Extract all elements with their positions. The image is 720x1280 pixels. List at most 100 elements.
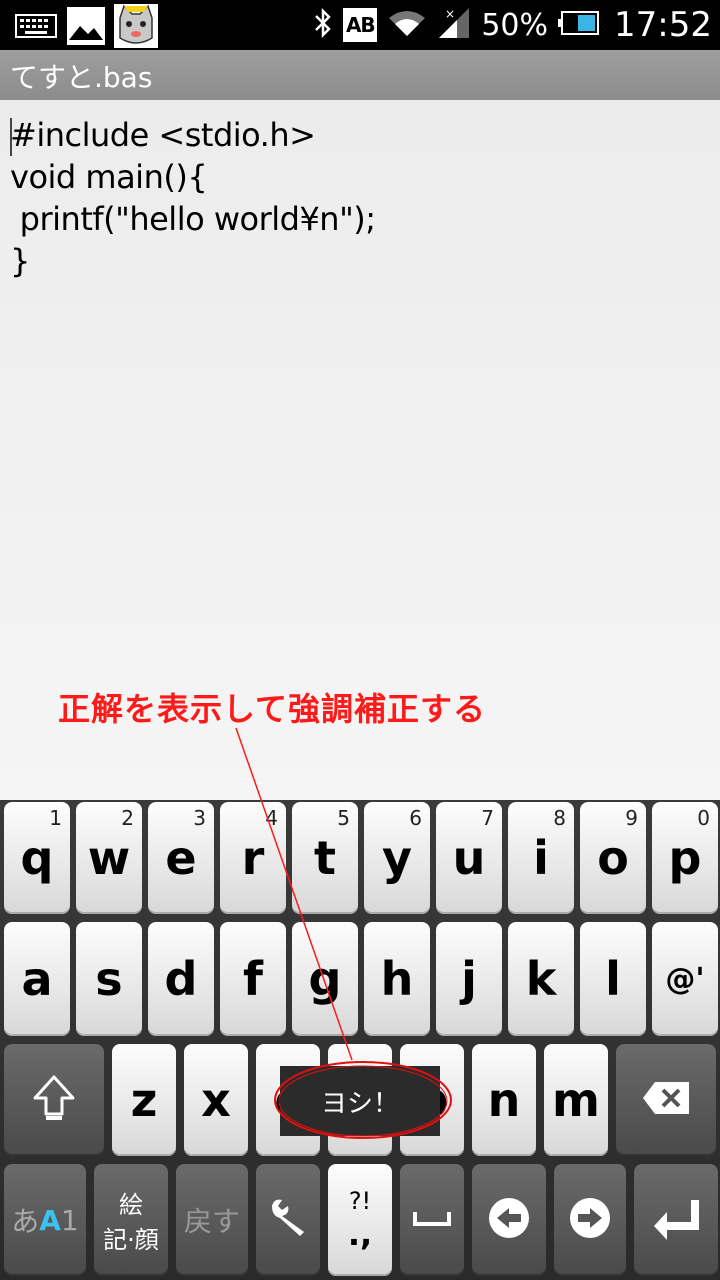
key-x[interactable]: x xyxy=(184,1044,248,1156)
punct-label: ., xyxy=(347,1215,373,1253)
key-letter: j xyxy=(461,952,477,1006)
key-letter: x xyxy=(201,1073,231,1127)
key-letter: i xyxy=(533,831,549,885)
key-letter: r xyxy=(241,831,265,885)
key-number: 9 xyxy=(625,806,638,830)
key-letter: w xyxy=(87,831,131,885)
wifi-icon xyxy=(387,8,427,42)
key-h[interactable]: h xyxy=(364,922,430,1036)
svg-text:×: × xyxy=(445,7,455,21)
cursor-right-key[interactable] xyxy=(554,1164,626,1276)
emoji-label: 絵 xyxy=(119,1191,143,1219)
key-e[interactable]: 3e xyxy=(148,802,214,914)
key-k[interactable]: k xyxy=(508,922,574,1036)
key-letter: f xyxy=(242,952,263,1006)
enter-key[interactable] xyxy=(634,1164,718,1276)
mode-kana: あ xyxy=(11,1205,40,1238)
key-t[interactable]: 5t xyxy=(292,802,358,914)
status-bar: AB × 50% 17:52 xyxy=(0,0,720,50)
ab-badge: AB xyxy=(343,8,378,42)
key-f[interactable]: f xyxy=(220,922,286,1036)
key-letter: @' xyxy=(665,961,705,997)
emoji-symbol-key[interactable]: 絵 記·顔 xyxy=(94,1164,168,1276)
code-text[interactable]: #include <stdio.h> void main(){ printf("h… xyxy=(10,114,376,282)
wrench-icon xyxy=(266,1196,310,1244)
system-status: AB × 50% 17:52 xyxy=(313,0,712,50)
punct-alt-label: ?! xyxy=(348,1187,372,1215)
key-letter: k xyxy=(525,952,557,1006)
key-number: 2 xyxy=(121,806,134,830)
settings-key[interactable] xyxy=(256,1164,320,1276)
code-line: } xyxy=(10,242,30,280)
key-number: 7 xyxy=(481,806,494,830)
key-number: 0 xyxy=(697,806,710,830)
punctuation-key[interactable]: ?! ., xyxy=(328,1164,392,1276)
key-number: 6 xyxy=(409,806,422,830)
battery-icon xyxy=(558,10,600,40)
key-g[interactable]: g xyxy=(292,922,358,1036)
input-mode-key[interactable]: あA1 xyxy=(4,1164,86,1276)
key-n[interactable]: n xyxy=(472,1044,536,1156)
key-i[interactable]: 8i xyxy=(508,802,574,914)
key-letter: l xyxy=(605,952,621,1006)
title-bar: てすと.bas xyxy=(0,50,720,100)
cursor-left-key[interactable] xyxy=(472,1164,546,1276)
key-number: 8 xyxy=(553,806,566,830)
code-line: void main(){ xyxy=(10,158,208,196)
backspace-icon xyxy=(641,1080,691,1120)
key-letter: n xyxy=(487,1073,521,1127)
arrow-right-icon xyxy=(568,1196,612,1244)
shift-key[interactable] xyxy=(4,1044,104,1156)
space-icon xyxy=(412,1208,452,1232)
key-y[interactable]: 6y xyxy=(364,802,430,914)
key-z[interactable]: z xyxy=(112,1044,176,1156)
undo-label: 戻す xyxy=(183,1205,240,1238)
key-s[interactable]: s xyxy=(76,922,142,1036)
key-letter: e xyxy=(165,831,197,885)
key-r[interactable]: 4r xyxy=(220,802,286,914)
key-letter: t xyxy=(314,831,336,885)
backspace-key[interactable] xyxy=(616,1044,716,1156)
annotation-text: 正解を表示して強調補正する xyxy=(58,690,487,728)
key-preview-popup: ヨシ！ xyxy=(280,1066,440,1136)
key-letter: a xyxy=(21,952,53,1006)
clock: 17:52 xyxy=(614,5,712,45)
key-letter: q xyxy=(20,831,54,885)
file-title: てすと.bas xyxy=(10,61,153,94)
key-letter: y xyxy=(382,831,412,885)
key-letter: s xyxy=(95,952,123,1006)
shift-icon xyxy=(32,1074,76,1126)
mode-alpha: A xyxy=(39,1203,61,1237)
key-u[interactable]: 7u xyxy=(436,802,502,914)
popup-text: ヨシ！ xyxy=(320,1088,399,1119)
notification-icons xyxy=(14,4,158,48)
mode-number: 1 xyxy=(60,1203,79,1237)
code-line: printf("hello world¥n"); xyxy=(10,200,376,238)
key-number: 4 xyxy=(265,806,278,830)
cat-face-icon xyxy=(114,4,158,48)
undo-key[interactable]: 戻す xyxy=(176,1164,248,1276)
bluetooth-icon xyxy=(313,7,333,42)
arrow-left-icon xyxy=(487,1196,531,1244)
space-key[interactable] xyxy=(400,1164,464,1276)
battery-percent: 50% xyxy=(481,7,549,43)
key-at-apostrophe[interactable]: @' xyxy=(652,922,718,1036)
key-number: 5 xyxy=(337,806,350,830)
key-d[interactable]: d xyxy=(148,922,214,1036)
key-letter: p xyxy=(668,831,702,885)
key-j[interactable]: j xyxy=(436,922,502,1036)
key-o[interactable]: 9o xyxy=(580,802,646,914)
key-w[interactable]: 2w xyxy=(76,802,142,914)
key-number: 1 xyxy=(49,806,62,830)
key-number: 3 xyxy=(193,806,206,830)
key-letter: m xyxy=(552,1073,600,1127)
key-l[interactable]: l xyxy=(580,922,646,1036)
key-p[interactable]: 0p xyxy=(652,802,718,914)
key-letter: d xyxy=(164,952,198,1006)
key-a[interactable]: a xyxy=(4,922,70,1036)
key-letter: u xyxy=(452,831,486,885)
code-line: #include <stdio.h> xyxy=(10,116,316,154)
key-q[interactable]: 1q xyxy=(4,802,70,914)
symbol-face-label: 記·顔 xyxy=(103,1226,159,1254)
key-m[interactable]: m xyxy=(544,1044,608,1156)
